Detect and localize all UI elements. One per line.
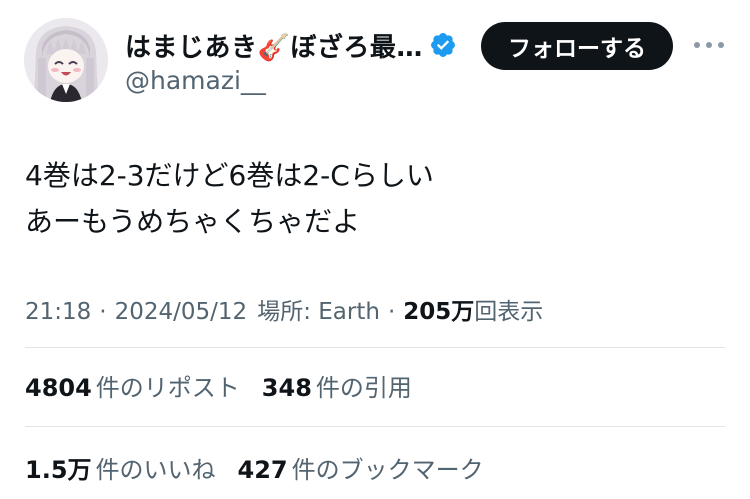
more-dot (718, 42, 724, 48)
verified-badge-icon (429, 31, 457, 59)
meta-separator: · (99, 299, 107, 325)
engagement-stats-row: 1.5万 件のいいね 427 件のブックマーク (25, 450, 506, 485)
user-name-row: はまじあき🎸ぼざろ最… (125, 26, 457, 64)
likes-count: 1.5万 (25, 456, 92, 484)
likes-label: 件のいいね (95, 456, 216, 484)
likes-stat[interactable]: 1.5万 件のいいね (25, 450, 216, 485)
more-dot (706, 42, 712, 48)
views-count: 205万 (403, 299, 475, 325)
tweet-date[interactable]: 2024/05/12 (115, 299, 248, 325)
tweet-location: 場所: Earth (257, 299, 380, 325)
more-dot (694, 42, 700, 48)
quotes-count: 348 (261, 374, 312, 402)
reposts-stat[interactable]: 4804 件のリポスト (25, 368, 240, 403)
meta-separator: · (387, 299, 396, 325)
tweet-text: 4巻は2-3だけど6巻は2-Cらしい あーもうめちゃくちゃだよ (25, 153, 434, 245)
user-handle[interactable]: @hamazi__ (125, 66, 266, 95)
divider (25, 347, 725, 348)
more-horizontal-icon[interactable] (694, 38, 724, 52)
reposts-label: 件のリポスト (95, 374, 240, 402)
avatar[interactable] (24, 18, 108, 102)
bookmarks-stat[interactable]: 427 件のブックマーク (238, 450, 484, 485)
quotes-stat[interactable]: 348 件の引用 (262, 368, 412, 403)
user-avatar-image (24, 18, 108, 102)
quotes-label: 件の引用 (315, 374, 412, 402)
bookmarks-label: 件のブックマーク (291, 456, 484, 484)
engagement-stats-row: 4804 件のリポスト 348 件の引用 (25, 368, 434, 403)
divider (25, 426, 725, 427)
tweet-time[interactable]: 21:18 (25, 299, 91, 325)
reposts-count: 4804 (25, 374, 92, 402)
display-name[interactable]: はまじあき🎸ぼざろ最… (125, 27, 423, 64)
tweet-meta: 21:18 · 2024/05/12 場所: Earth · 205万 回表示 (25, 292, 543, 326)
tweet-text-line: 4巻は2-3だけど6巻は2-Cらしい (25, 159, 434, 192)
tweet-text-line: あーもうめちゃくちゃだよ (25, 205, 361, 238)
views-label: 回表示 (474, 299, 544, 325)
follow-button[interactable]: フォローする (481, 22, 673, 70)
bookmarks-count: 427 (237, 456, 288, 484)
